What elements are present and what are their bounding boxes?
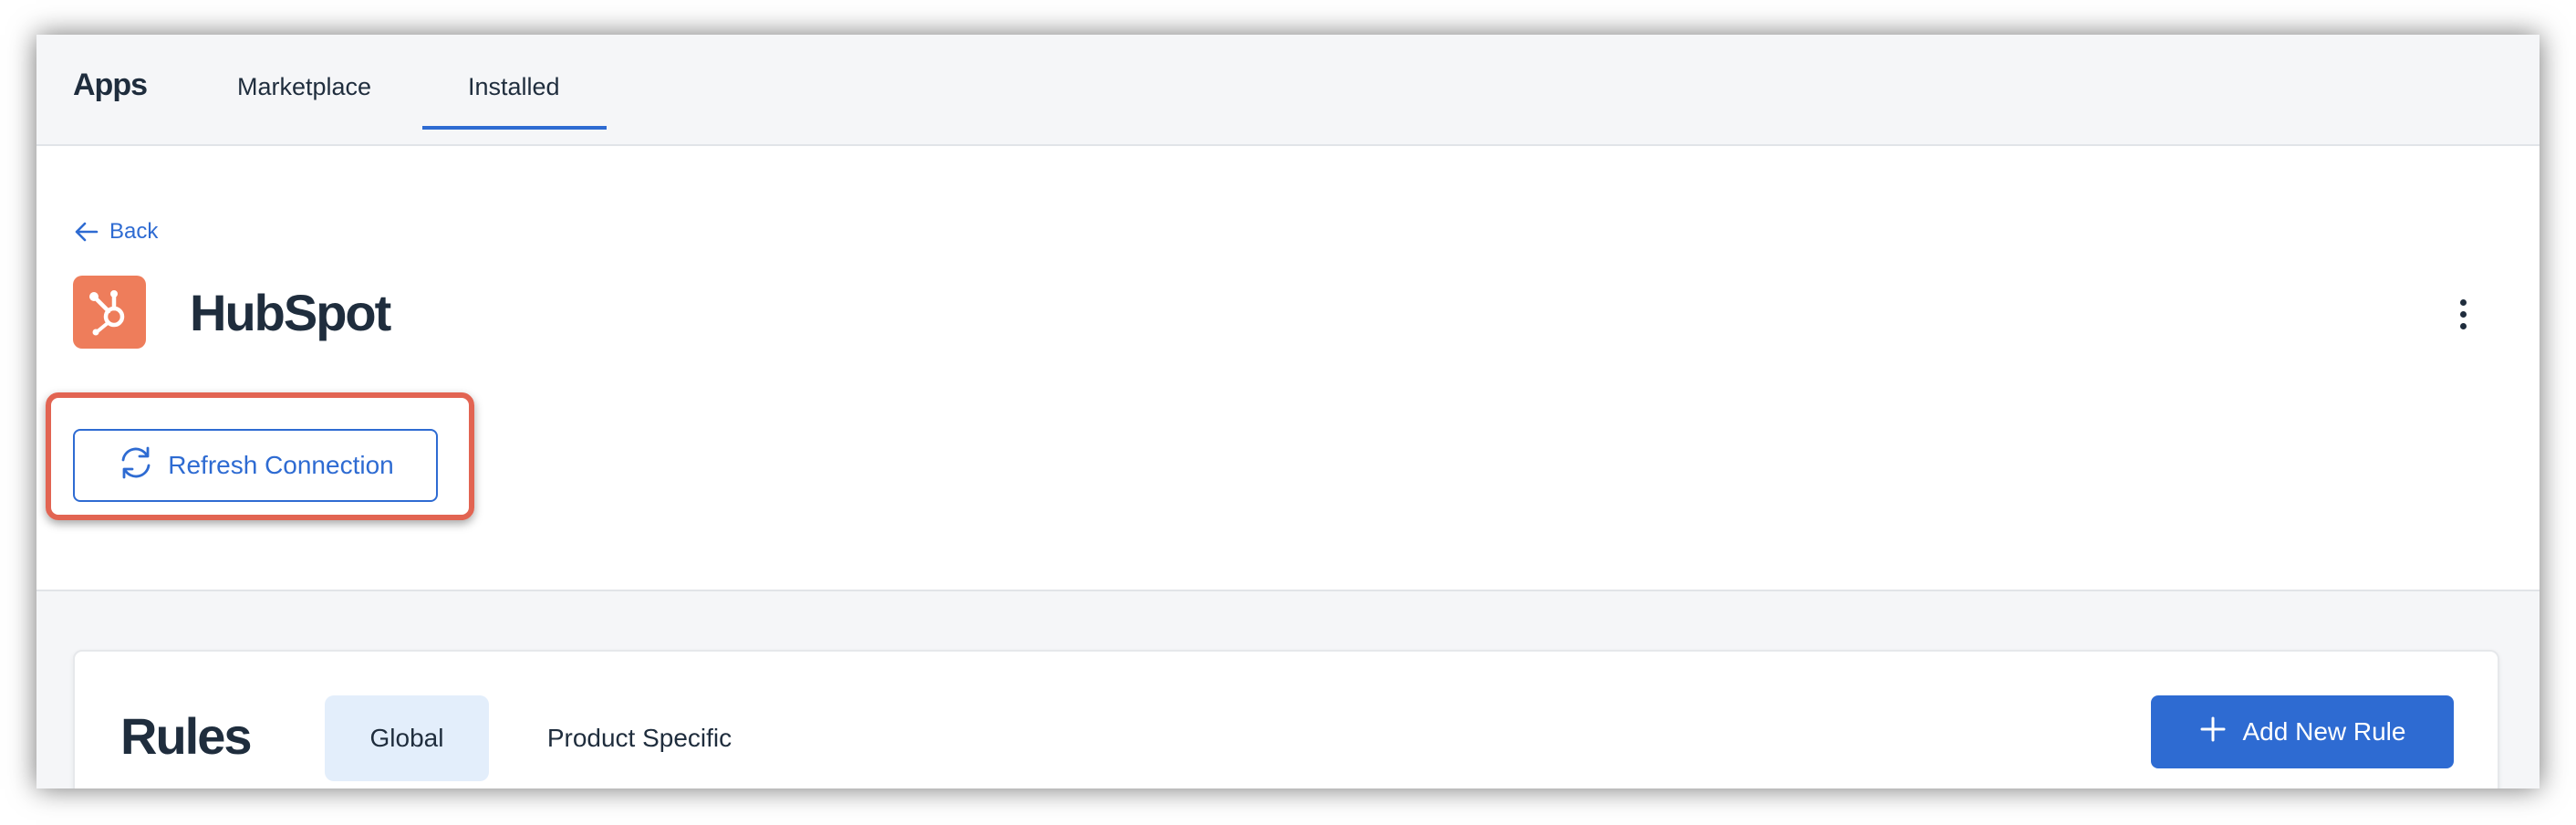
app-header: Back HubSpot Refresh Connection — [36, 146, 2540, 591]
refresh-label: Refresh Connection — [168, 451, 394, 479]
tab-installed[interactable]: Installed — [468, 73, 560, 101]
rules-title: Rules — [120, 707, 252, 765]
back-label: Back — [109, 219, 159, 244]
back-link[interactable]: Back — [75, 219, 158, 245]
add-new-rule-label: Add New Rule — [2242, 717, 2406, 746]
active-tab-indicator — [422, 126, 607, 130]
page-title: HubSpot — [190, 284, 391, 341]
app-window: Apps Marketplace Installed Back HubSpot … — [36, 35, 2540, 788]
tab-marketplace[interactable]: Marketplace — [237, 73, 371, 101]
refresh-icon — [117, 445, 155, 486]
brand-title: Apps — [73, 68, 148, 102]
top-navigation: Apps Marketplace Installed — [36, 35, 2540, 146]
tab-global[interactable]: Global — [325, 695, 489, 781]
arrow-left-icon — [75, 221, 99, 243]
plus-icon — [2199, 715, 2227, 749]
tab-product-specific[interactable]: Product Specific — [525, 695, 753, 781]
rules-section: Rules Global Product Specific Add New Ru… — [36, 591, 2540, 788]
more-options-icon[interactable] — [2452, 292, 2474, 336]
add-new-rule-button[interactable]: Add New Rule — [2151, 695, 2454, 768]
refresh-connection-button[interactable]: Refresh Connection — [73, 429, 438, 502]
hubspot-logo-icon — [73, 276, 146, 349]
rules-card: Rules Global Product Specific Add New Ru… — [73, 650, 2499, 788]
